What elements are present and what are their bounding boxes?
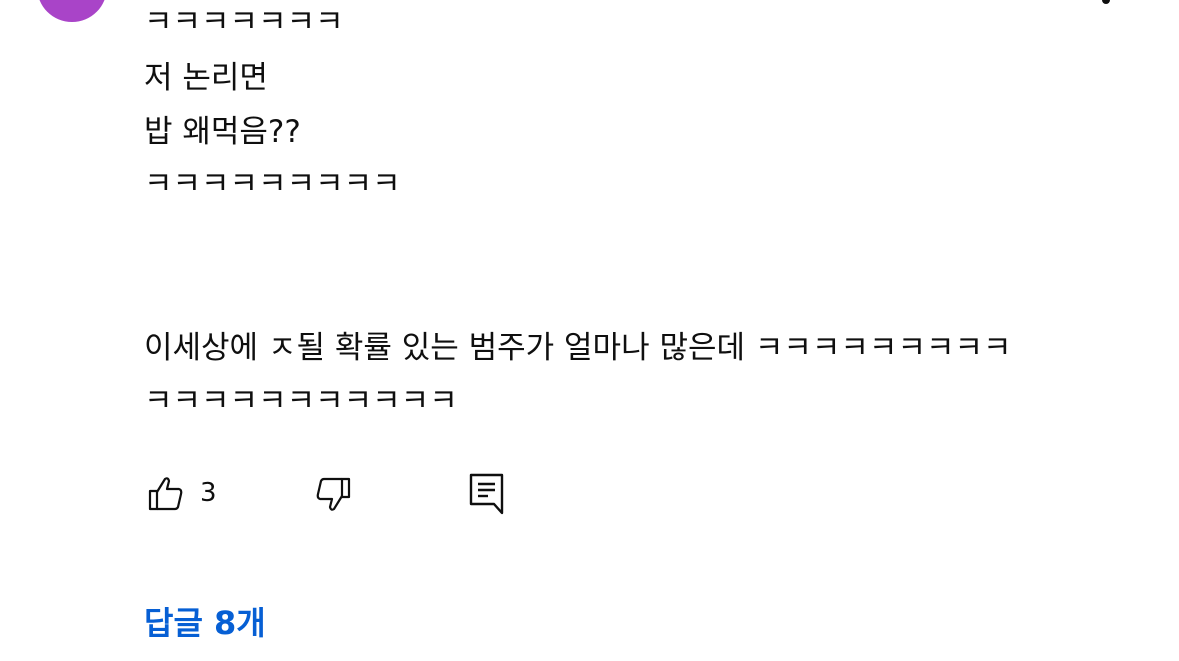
- comment-line: 밥 왜먹음??: [144, 114, 301, 150]
- like-button[interactable]: 3: [144, 470, 217, 516]
- view-replies-button[interactable]: 답글 8개: [144, 598, 266, 644]
- reply-comment-icon: [466, 471, 506, 515]
- thumbs-down-icon: [314, 473, 354, 513]
- comment-line: ㅋㅋㅋㅋㅋㅋㅋㅋㅋ: [144, 166, 401, 202]
- reply-button[interactable]: [466, 470, 506, 516]
- comment-line: 이세상에 ㅈ될 확률 있는 범주가 얼마나 많은데 ㅋㅋㅋㅋㅋㅋㅋㅋㅋ: [144, 330, 1012, 366]
- thumbs-up-icon: [144, 473, 184, 513]
- avatar[interactable]: [37, 0, 107, 22]
- comment-line: 저 논리면: [144, 60, 268, 96]
- comment-line: ㅋㅋㅋㅋㅋㅋㅋㅋㅋㅋㅋ: [144, 383, 458, 419]
- like-count: 3: [200, 478, 217, 508]
- comment-action-bar: 3: [144, 470, 564, 518]
- comment-thread: ㅋㅋㅋㅋㅋㅋㅋ 저 논리면 밥 왜먹음?? ㅋㅋㅋㅋㅋㅋㅋㅋㅋ 이세상에 ㅈ될 …: [0, 0, 1179, 661]
- more-options-icon[interactable]: [1102, 0, 1110, 4]
- dislike-button[interactable]: [314, 470, 354, 516]
- comment-line: ㅋㅋㅋㅋㅋㅋㅋ: [144, 4, 344, 40]
